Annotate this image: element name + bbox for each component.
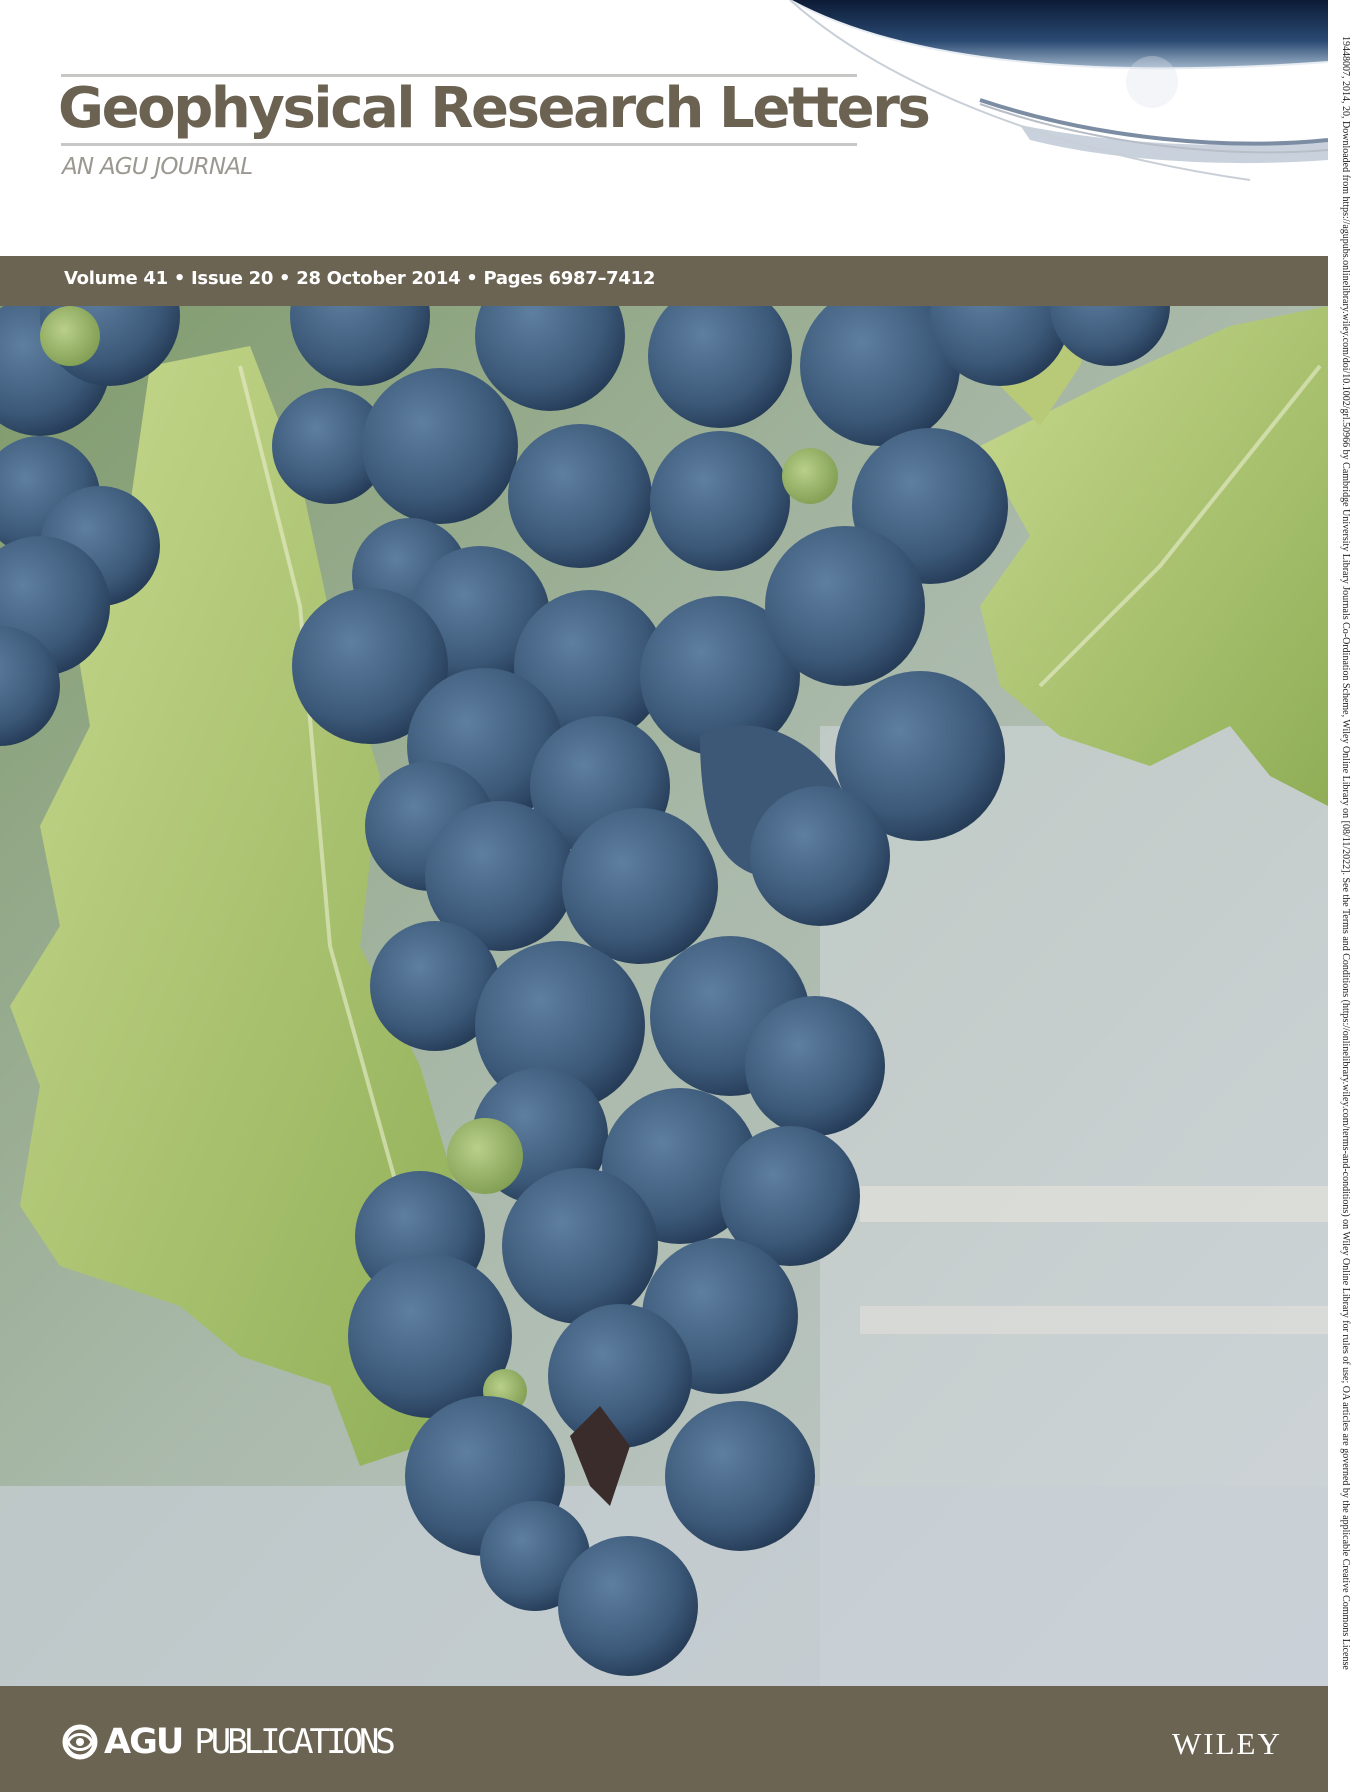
grape-cluster-illustration (0, 306, 1328, 1686)
masthead: Geophysical Research Letters AN AGU JOUR… (0, 0, 1360, 256)
footer-bar: AGU PUBLICATIONS WILEY (0, 1686, 1328, 1792)
issue-info-text: Volume 41 • Issue 20 • 28 October 2014 •… (64, 268, 656, 289)
wiley-logo: WILEY (1172, 1726, 1282, 1761)
agu-publications-logo: AGU PUBLICATIONS (60, 1722, 396, 1762)
journal-cover: Geophysical Research Letters AN AGU JOUR… (0, 0, 1360, 1792)
journal-subtitle: AN AGU JOURNAL (62, 154, 253, 180)
side-download-note: 19448007, 2014, 20, Downloaded from http… (1340, 36, 1351, 1670)
agu-logo-letters: AGU (104, 1722, 184, 1762)
journal-title: Geophysical Research Letters (58, 76, 931, 141)
title-rule-bottom (61, 143, 857, 146)
agu-swirl-icon (62, 1724, 98, 1760)
agu-logo-publications: PUBLICATIONS (194, 1722, 396, 1762)
issue-info-bar: Volume 41 • Issue 20 • 28 October 2014 •… (0, 256, 1328, 306)
cover-photo-grapes (0, 306, 1328, 1686)
